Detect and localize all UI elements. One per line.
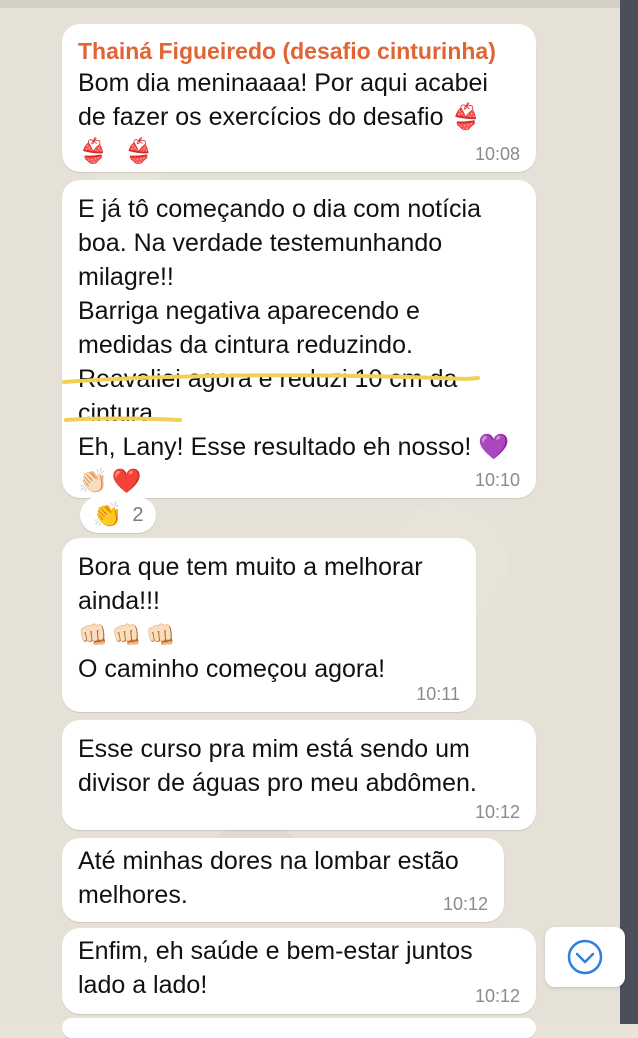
message-line: Até minhas dores na lombar estão — [78, 847, 459, 875]
message-line: milagre!! — [78, 263, 174, 291]
message-line: boa. Na verdade testemunhando — [78, 229, 443, 257]
highlight-underline-short — [64, 416, 182, 422]
message-line: O caminho começou agora! — [78, 655, 386, 683]
message-bubble-partial[interactable] — [62, 1018, 536, 1038]
message-bubble[interactable]: E já tô começando o dia com notícia boa.… — [62, 180, 536, 498]
message-line: de fazer os exercícios do desafio 👙 — [78, 103, 482, 131]
message-line: Bom dia meninaaaa! Por aqui acabei — [78, 69, 488, 97]
message-line: Enfim, eh saúde e bem-estar juntos — [78, 937, 473, 965]
message-line: lado a lado! — [78, 971, 208, 999]
message-line: ainda!!! — [78, 587, 161, 615]
scroll-to-bottom-button[interactable] — [545, 927, 625, 987]
right-edge — [620, 0, 638, 1024]
message-line: melhores. — [78, 881, 188, 909]
message-emoji-line: 👏🏻❤️ — [78, 467, 146, 495]
message-time: 10:12 — [474, 802, 520, 822]
message-time: 10:10 — [474, 470, 520, 490]
chevron-down-circle-icon — [567, 939, 603, 975]
top-strip — [0, 0, 620, 8]
clap-icon: 👏 — [92, 501, 127, 529]
message-line-highlighted: Reavaliei agora e reduzi 10 cm da — [78, 365, 458, 393]
message-emoji-line: 👊🏻👊🏻👊🏻 — [78, 621, 180, 649]
sender-name[interactable]: Thainá Figueiredo (desafio cinturinha) — [78, 36, 520, 66]
reaction-pill[interactable]: 👏 2 — [80, 497, 156, 533]
message-line: medidas da cintura reduzindo. — [78, 331, 413, 359]
message-time: 10:11 — [416, 684, 460, 704]
message-bubble[interactable]: Esse curso pra mim está sendo um divisor… — [62, 720, 536, 830]
message-line: Barriga negativa aparecendo e — [78, 297, 420, 325]
message-emoji-line: 👙 👙 — [78, 137, 158, 165]
message-line: E já tô começando o dia com notícia — [78, 195, 482, 223]
message-bubble[interactable]: Até minhas dores na lombar estão melhore… — [62, 838, 504, 922]
message-time: 10:08 — [474, 144, 520, 164]
message-line: Eh, Lany! Esse resultado eh nosso! 💜 — [78, 433, 510, 461]
message-time: 10:12 — [474, 986, 520, 1006]
message-bubble[interactable]: Thainá Figueiredo (desafio cinturinha) B… — [62, 24, 536, 172]
message-time: 10:12 — [442, 894, 488, 914]
message-bubble[interactable]: Enfim, eh saúde e bem-estar juntos lado … — [62, 928, 536, 1014]
reaction-count: 2 — [132, 503, 144, 526]
message-bubble[interactable]: Bora que tem muito a melhorar ainda!!! 👊… — [62, 538, 476, 712]
message-line: divisor de águas pro meu abdômen. — [78, 769, 477, 797]
message-line: Bora que tem muito a melhorar — [78, 553, 423, 581]
message-line: Esse curso pra mim está sendo um — [78, 735, 470, 763]
